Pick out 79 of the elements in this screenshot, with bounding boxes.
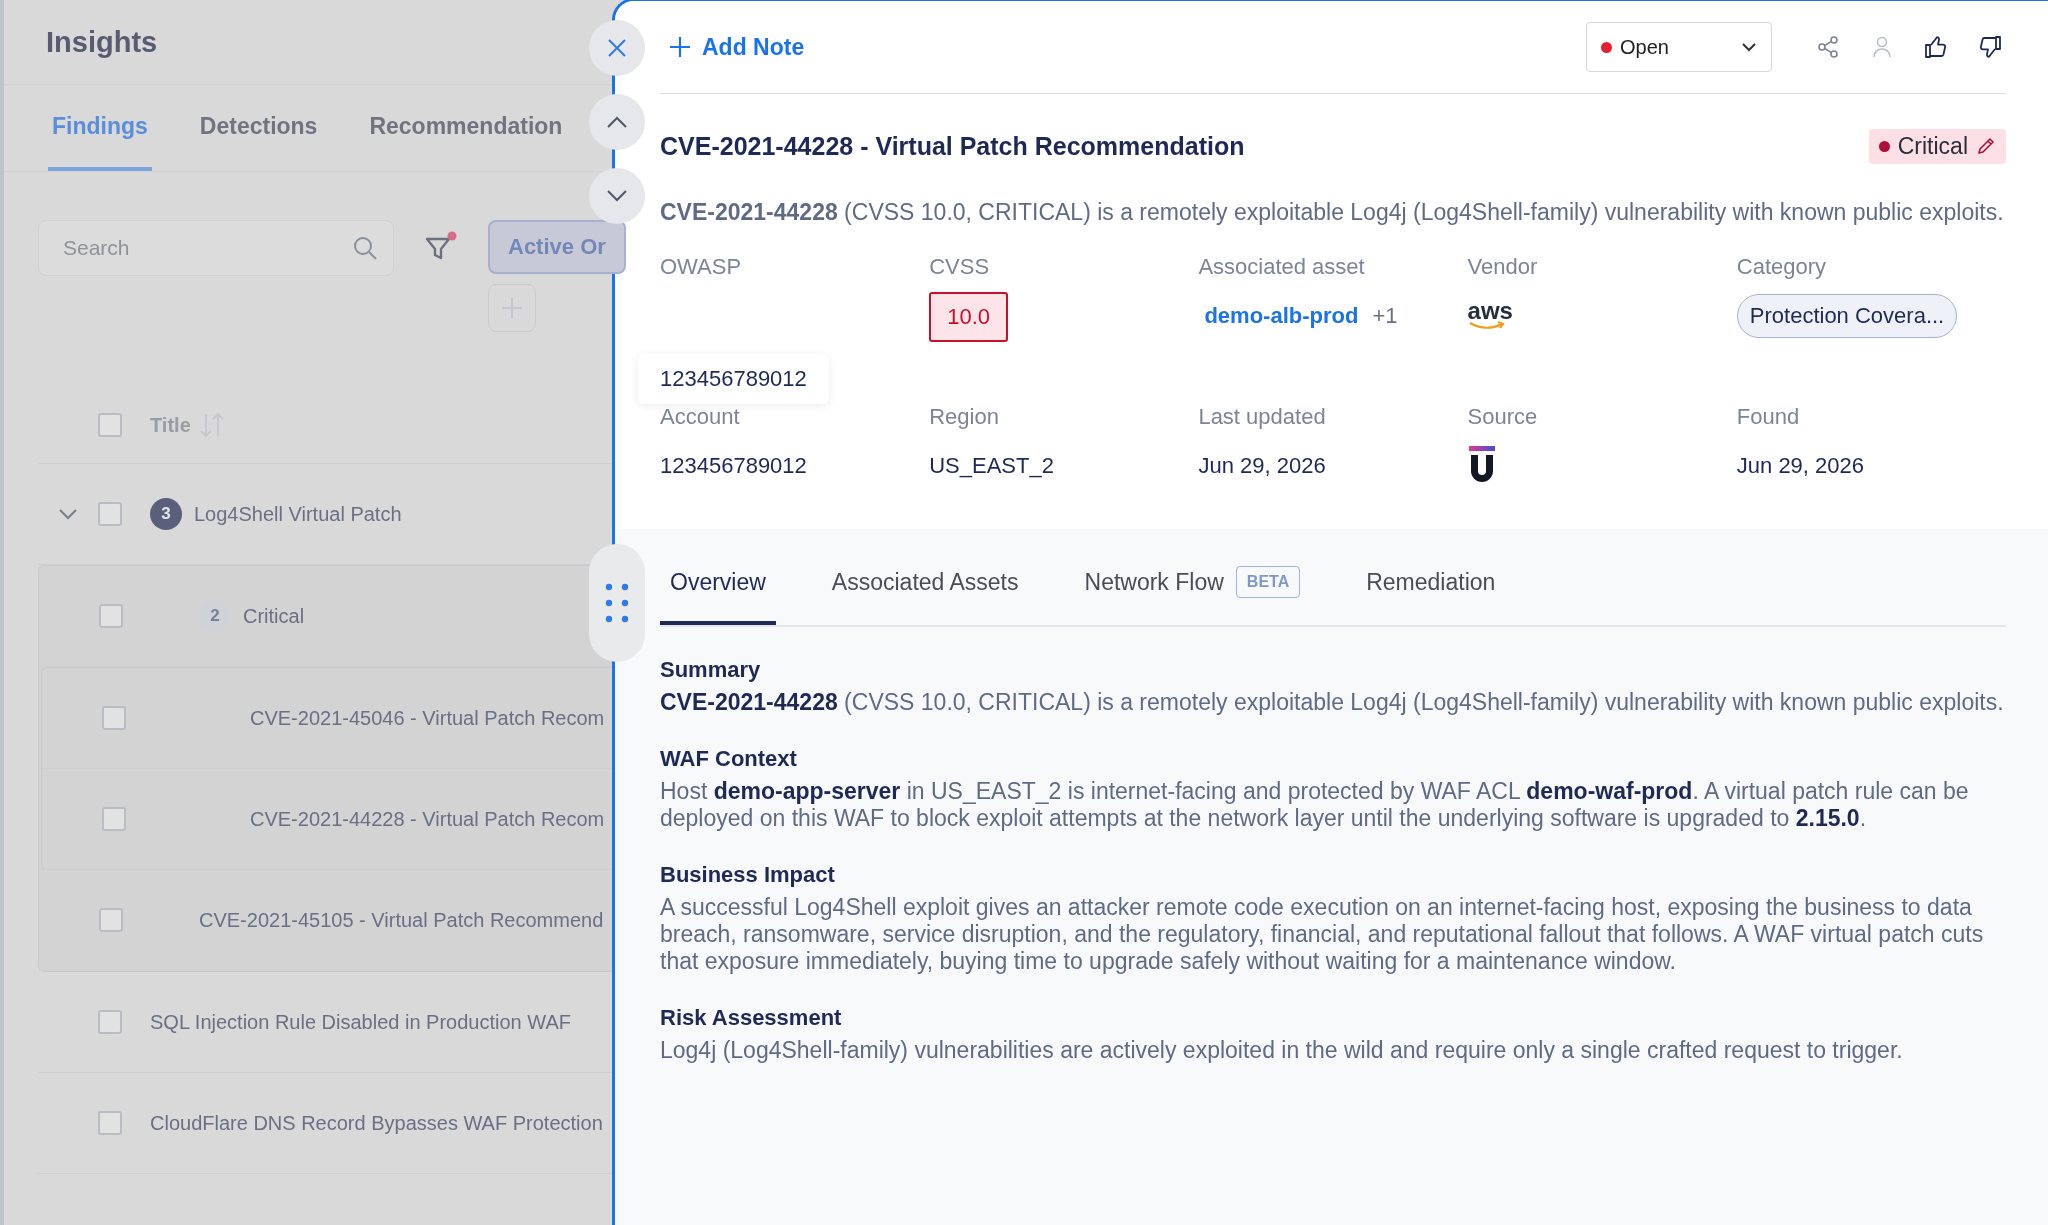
tab[interactable]: Network Flow BETA <box>1074 543 1311 625</box>
search-field[interactable]: Search <box>38 220 394 276</box>
finding-title: CVE-2021-44228 - Virtual Patch Recommendation <box>660 131 1245 161</box>
field-label: OWASP <box>660 254 743 280</box>
field-label: Found <box>1736 404 1801 430</box>
field-label: Vendor <box>1467 254 1539 280</box>
beta-badge: BETA <box>1235 566 1301 598</box>
status-dropdown[interactable]: Open <box>1586 22 1772 72</box>
row-title[interactable]: CloudFlare DNS Record Bypasses WAF Protection <box>150 1111 603 1135</box>
add-note-button[interactable]: Add Note <box>668 33 805 61</box>
close-button[interactable] <box>589 20 645 76</box>
section-text: Log4j (Log4Shell-family) vulnerabilities are actively exploited in the wild and require only a single crafted request to trigger. <box>660 1037 1904 1064</box>
field-value: Jun 29, 2026 <box>1198 453 1326 479</box>
field-label: Region <box>929 404 1000 430</box>
row-checkbox[interactable] <box>98 1010 122 1034</box>
tab[interactable]: Recommendation <box>365 85 567 171</box>
row-checkbox[interactable] <box>102 807 126 831</box>
section-heading: Business Impact <box>660 862 836 888</box>
section-heading: WAF Context <box>660 746 798 772</box>
filter-chip[interactable]: Active Or <box>488 220 626 274</box>
thumbs-down-icon <box>1978 35 2002 59</box>
panel-title: Insights <box>46 25 158 59</box>
field-label: Last updated <box>1198 404 1327 430</box>
tab[interactable]: Remediation <box>1356 543 1506 625</box>
row-checkbox[interactable] <box>99 908 123 932</box>
column-header[interactable]: Title <box>150 413 191 437</box>
section-text: Host demo-app-server in US_EAST_2 is internet-facing and protected by WAF ACL demo-waf-prod. A virtual patch rule can be deployed on this WAF to block exploit attempts at the network layer until the underlying software is upgraded to 2.15.0. <box>660 778 1970 832</box>
count-badge: 2 <box>199 600 231 632</box>
row-title[interactable]: Log4Shell Virtual Patch <box>194 502 402 526</box>
severity-badge[interactable]: Critical <box>1868 128 2006 164</box>
pencil-icon <box>1976 136 1996 156</box>
row-title[interactable]: SQL Injection Rule Disabled in Production WAF <box>150 1010 571 1034</box>
close-icon <box>606 37 628 59</box>
row-title[interactable]: Critical <box>243 604 305 628</box>
thumbs-up-icon <box>1924 35 1948 59</box>
tab[interactable]: Associated Assets <box>821 543 1029 625</box>
person-icon <box>1872 36 1892 58</box>
chevron-icon <box>58 508 78 520</box>
drag-handle-icon <box>605 583 629 623</box>
row-checkbox[interactable] <box>102 706 126 730</box>
tab[interactable]: Overview <box>660 543 776 625</box>
field-value: US_EAST_2 <box>929 453 1054 479</box>
field-label: Source <box>1467 404 1539 430</box>
row-title[interactable]: CVE-2021-44228 - Virtual Patch Recom <box>250 807 605 831</box>
field-label: Category <box>1736 254 1828 280</box>
row-title[interactable]: CVE-2021-45046 - Virtual Patch Recom <box>250 706 605 730</box>
section-heading: Summary <box>660 657 762 683</box>
field-value: Jun 29, 2026 <box>1736 453 1865 479</box>
previous-button[interactable] <box>589 94 645 150</box>
section-text: CVE-2021-44228 (CVSS 10.0, CRITICAL) is a remotely exploitable Log4j (Log4Shell-family) vulnerability with known public exploits. <box>660 689 2005 716</box>
vendor-logo-text: aws <box>1467 301 1513 321</box>
section-text: A successful Log4Shell exploit gives an attacker remote code execution on an internet-facing host, exposing the business to data breach, ransomware, service disruption, and the regulatory, financial, and reputational fallout that follows. A WAF virtual patch cuts that exposure immediately, buying time to upgrade safely without waiting for a maintenance window. <box>660 894 1985 975</box>
chevron-up-icon <box>606 115 628 129</box>
more-count: +1 <box>1372 303 1398 329</box>
smile-arrow-icon <box>1467 321 1508 331</box>
count-badge: 3 <box>150 498 182 530</box>
field-label: Associated asset <box>1198 254 1366 280</box>
tooltip: 123456789012 <box>638 354 829 404</box>
row-checkbox[interactable] <box>98 1111 122 1135</box>
tab[interactable]: Findings <box>48 85 152 171</box>
share-icon <box>1817 36 1839 58</box>
section-heading: Risk Assessment <box>660 1005 843 1031</box>
asset-link[interactable]: demo-alb-prod <box>1204 303 1359 329</box>
row-title[interactable]: CVE-2021-45105 - Virtual Patch Recommend <box>199 908 604 932</box>
plus-icon <box>668 35 692 59</box>
search-icon <box>352 235 378 261</box>
row-checkbox[interactable] <box>98 502 122 526</box>
field-label: CVSS <box>929 254 991 280</box>
caret-icon <box>1741 42 1757 52</box>
field-value: 123456789012 <box>660 453 807 479</box>
field-label: Account <box>660 404 741 430</box>
score-badge: 10.0 <box>929 292 1008 342</box>
tab[interactable]: Detections <box>195 85 322 171</box>
select-all-checkbox[interactable] <box>98 413 122 437</box>
resize-handle[interactable] <box>589 544 645 662</box>
description: CVE-2021-44228 (CVSS 10.0, CRITICAL) is a remotely exploitable Log4j (Log4Shell-family) vulnerability with known public exploits. <box>660 198 2005 226</box>
chevron-down-icon <box>606 189 628 203</box>
category-pill: Protection Covera... <box>1736 294 1958 338</box>
row-checkbox[interactable] <box>99 604 123 628</box>
